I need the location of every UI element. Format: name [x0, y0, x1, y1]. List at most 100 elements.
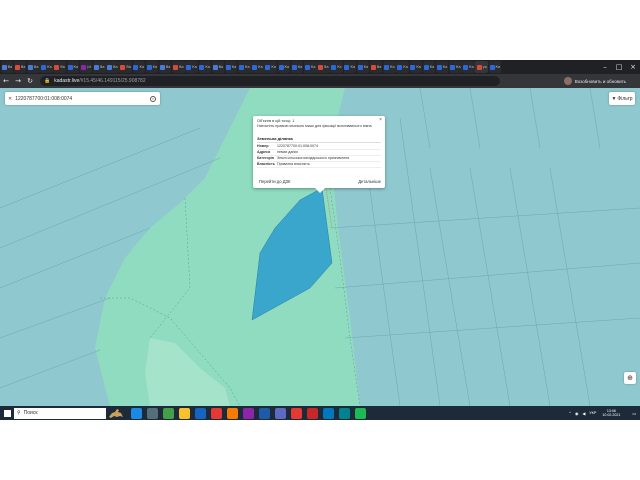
app4-icon[interactable] [307, 407, 318, 419]
browser-tab[interactable]: Ва [106, 61, 119, 73]
map-view[interactable]: ✕ 1220787700:01:008:0074 × ▼ Фільтр ⊕ × … [0, 88, 640, 406]
reload-icon[interactable]: ↻ [24, 74, 36, 88]
language-indicator[interactable]: УКР [589, 411, 596, 415]
edge-icon[interactable] [131, 407, 142, 419]
browser-tab[interactable]: Ка [304, 61, 317, 73]
back-icon[interactable]: ← [0, 74, 12, 88]
lock-icon: 🔒 [44, 78, 51, 84]
goto-dzk-link[interactable]: Перейти до ДЗК [259, 179, 291, 184]
browser-tab[interactable]: Ка [251, 61, 264, 73]
task-view-icon[interactable] [147, 407, 158, 419]
search-input[interactable]: 1220787700:01:008:0074 [15, 96, 150, 102]
profile-button[interactable]: Возобновить и обновить [563, 76, 626, 86]
tab-favicon-icon [41, 64, 47, 70]
browser-tab[interactable]: Ва [211, 61, 225, 73]
browser-tab[interactable]: Ва [13, 61, 27, 73]
browser-tab[interactable]: Ка [185, 61, 198, 73]
app2-icon[interactable] [227, 407, 238, 419]
browser-tab[interactable]: Ка [343, 61, 357, 73]
browser-tab[interactable]: Ва [369, 61, 383, 73]
app5-icon[interactable] [323, 407, 334, 419]
network-icon[interactable]: ◉ [575, 411, 578, 416]
tab-label: Ка [455, 65, 461, 69]
clock[interactable]: 13:06 10.02.2021 [602, 409, 620, 418]
cadastre-search[interactable]: ✕ 1220787700:01:008:0074 × [5, 92, 160, 105]
browser-tab[interactable]: Jd [79, 61, 93, 73]
filter-button[interactable]: ▼ Фільтр [609, 92, 635, 105]
taskbar-apps [126, 407, 366, 419]
browser-tab[interactable]: Ка [356, 61, 370, 73]
browser-tab[interactable]: Ка [488, 61, 502, 73]
browser-tab[interactable]: Ва [53, 61, 66, 73]
tab-label: Ва [34, 65, 39, 69]
close-search-icon[interactable]: ✕ [8, 96, 12, 102]
minimize-button[interactable]: – [598, 60, 612, 74]
browser-tab[interactable]: Ка [449, 61, 462, 73]
browser-tab[interactable]: Ва [119, 61, 132, 73]
browser-tab[interactable]: Ка [145, 61, 159, 73]
chrome-icon[interactable] [163, 407, 174, 419]
tab-favicon-icon [344, 64, 350, 70]
word-icon[interactable] [259, 407, 270, 419]
acrobat-icon[interactable] [291, 407, 302, 419]
tab-favicon-icon [146, 64, 152, 70]
tab-label: Ка [297, 65, 303, 69]
address-bar[interactable]: 🔒 kadastr.live /#15.45/46.149115/25.9087… [40, 76, 500, 86]
browser-tab[interactable]: yo [475, 61, 488, 73]
start-button[interactable] [0, 406, 14, 420]
store-icon[interactable] [195, 407, 206, 419]
tab-favicon-icon [1, 64, 7, 70]
tab-label: Ка [403, 65, 408, 69]
taskbar-search[interactable]: ⚲ Поиск [14, 407, 106, 419]
browser-tab[interactable]: Ка [435, 61, 449, 73]
browser-tab[interactable]: Ка [290, 61, 304, 73]
browser-tab[interactable]: Кс [330, 61, 343, 73]
app6-icon[interactable] [339, 407, 350, 419]
browser-tab[interactable]: Ва [172, 61, 185, 73]
notifications-icon[interactable]: ▭ [632, 411, 636, 416]
browser-tab[interactable]: Ка [132, 61, 146, 73]
volume-icon[interactable]: ◀ [582, 411, 585, 416]
app-icon[interactable] [211, 407, 222, 419]
browser-tab[interactable]: Ва [27, 61, 40, 73]
tab-label: Ка [429, 65, 435, 69]
maximize-button[interactable]: □ [612, 60, 626, 74]
browser-tab[interactable]: Ка [383, 61, 396, 73]
tab-favicon-icon [410, 64, 416, 70]
browser-tab[interactable]: Ка [422, 61, 436, 73]
navigation-bar: ← → ↻ 🔒 kadastr.live /#15.45/46.149115/2… [0, 74, 640, 88]
app3-icon[interactable] [243, 407, 254, 419]
browser-tab[interactable]: Ка [277, 61, 291, 73]
tab-favicon-icon [436, 64, 442, 70]
tab-label: Ка [442, 65, 448, 69]
spotify-icon[interactable] [355, 407, 366, 419]
browser-tab[interactable]: Ка [66, 61, 80, 73]
browser-tab[interactable]: Ка [224, 61, 238, 73]
browser-tab[interactable]: Ка [396, 61, 409, 73]
browser-tab[interactable]: Ка [238, 61, 251, 73]
tab-favicon-icon [28, 64, 34, 70]
browser-tab[interactable]: Ка [409, 61, 422, 73]
close-window-button[interactable]: × [626, 60, 640, 74]
locate-button[interactable]: ⊕ [624, 372, 636, 384]
parcel-details-table: Номер 1220787700:01:008:0074 Адреса немає д… [257, 144, 381, 168]
dinosaur-icon[interactable] [106, 406, 126, 420]
forward-icon[interactable]: → [12, 74, 24, 88]
browser-tab[interactable]: Ка [198, 61, 211, 73]
browser-tab[interactable]: Ва [317, 61, 330, 73]
browser-tab[interactable]: Ва [93, 61, 106, 73]
browser-tab[interactable]: Ка [40, 61, 53, 73]
tray-arrow-icon[interactable]: ^ [569, 411, 571, 415]
popup-hint: Натисніть правою кнопкою миші для фіксац… [257, 124, 372, 128]
teams-icon[interactable] [275, 407, 286, 419]
browser-tab[interactable]: Ва [0, 61, 14, 73]
browser-tab[interactable]: Ка [264, 61, 277, 73]
browser-tab[interactable]: Ва [158, 61, 172, 73]
browser-tab[interactable]: Ка [462, 61, 475, 73]
details-link[interactable]: Детальніше [358, 179, 381, 184]
clear-search-icon[interactable]: × [150, 95, 156, 102]
close-popup-icon[interactable]: × [379, 117, 382, 123]
explorer-icon[interactable] [179, 407, 190, 419]
tab-favicon-icon [291, 64, 297, 70]
tab-label: Ва [376, 65, 382, 69]
